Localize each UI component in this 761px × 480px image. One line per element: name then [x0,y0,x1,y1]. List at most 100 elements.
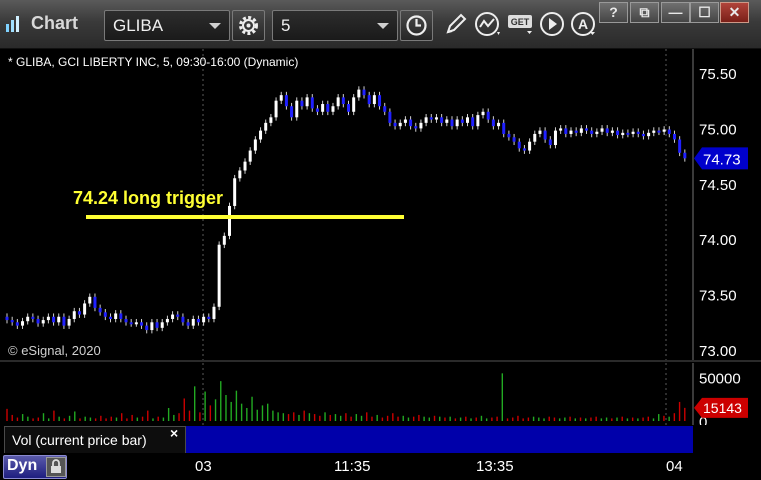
candle-body [114,313,118,319]
close-button[interactable]: ✕ [720,2,749,23]
trigger-annotation[interactable]: 74.24 long trigger [73,188,223,209]
dynamic-button[interactable]: Dyn [3,455,67,479]
candle-body [641,133,645,137]
lock-icon[interactable] [46,457,66,477]
candle-body [626,132,630,135]
candle-body [202,316,206,323]
candle-body [321,104,325,112]
candle-body [310,97,314,109]
draw-tool-button[interactable] [442,10,472,40]
candle-body [388,111,392,123]
candle-body [124,318,128,323]
chart-header: * GLIBA, GCI LIBERTY INC, 5, 09:30-16:00… [8,55,299,69]
alert-icon: A [571,12,595,36]
candle-body [326,104,330,112]
candle-body [93,296,97,308]
studies-button[interactable] [473,10,503,40]
help-button[interactable]: ? [599,2,628,23]
candle-body [538,130,542,134]
candle-body [72,311,76,319]
minimize-button[interactable]: — [661,2,690,23]
candle-body [98,307,102,313]
candle-body [486,111,490,120]
volume-panel[interactable]: 0 50000 15143 [0,363,761,431]
svg-text:A: A [578,16,588,32]
candle-body [227,205,231,236]
candle-body [150,322,154,331]
candle-body [347,104,350,112]
volume-close-button[interactable]: × [170,425,178,441]
candle-body [543,130,547,140]
price-chart-panel[interactable]: 73.00 73.50 74.00 74.50 75.00 75.50 74.73 * GL… [0,49,761,360]
candle-body [290,106,294,118]
toolbar: Chart GLIBA 5 GET A ? ⧉ — ☐ ✕ [0,0,761,49]
candle-body [186,322,190,326]
candle-body [476,115,480,127]
candle-body [574,130,578,133]
candle-body [507,133,511,138]
candle-body [88,296,92,304]
price-tick-label: 74.50 [699,177,737,194]
candle-body [171,314,175,319]
candle-body [341,97,345,105]
candle-body [450,119,454,127]
esignal-watermark: © eSignal, 2020 [8,343,101,358]
candle-body [429,117,433,120]
symbol-select[interactable]: GLIBA [104,10,230,41]
volume-label: Vol (current price bar) [12,432,147,448]
time-label: 11:35 [334,458,371,475]
candle-body [67,318,71,326]
time-template-button[interactable] [400,10,433,41]
clock-icon [406,15,427,36]
play-icon [540,12,564,36]
time-label: 03 [195,458,212,475]
candle-body [315,108,319,112]
volume-study-label[interactable]: Vol (current price bar) [4,426,186,454]
candle-body [83,303,87,315]
candle-body [621,132,625,136]
candle-body [564,128,568,134]
candle-body [160,322,164,328]
time-axis[interactable] [0,453,761,480]
candle-body [362,89,366,96]
candle-body [243,161,247,171]
candle-body [652,130,656,133]
volume-chart-svg[interactable]: 05000015143 [0,363,761,431]
candle-body [460,119,464,123]
interval-select[interactable]: 5 [272,10,398,41]
candle-body [253,139,257,151]
candle-body [672,133,676,140]
candle-body [569,130,573,134]
chart-window: Chart GLIBA 5 GET A ? ⧉ — ☐ ✕ 73.00 73.5… [0,0,761,480]
chevron-down-icon [209,23,221,29]
candle-body [517,141,521,149]
candle-body [636,131,640,134]
candle-body [300,100,304,107]
alert-button[interactable]: A [569,10,599,40]
interval-value: 5 [281,16,291,35]
properties-button[interactable] [232,10,265,41]
candle-body [26,316,30,322]
candle-body [165,318,169,323]
candle-body [497,122,501,127]
candle-body [548,139,552,146]
candle-body [155,322,159,328]
playback-button[interactable] [538,10,568,40]
panel-divider[interactable] [0,360,761,362]
chevron-down-icon [377,23,389,29]
candle-body [471,117,475,127]
candle-body [440,117,444,123]
restore-button[interactable]: ⧉ [630,2,659,23]
candle-body [352,97,356,112]
candle-body [259,130,263,140]
candle-body [559,128,563,131]
volume-study-bar [186,426,693,453]
candle-body [233,178,237,206]
get-button[interactable]: GET [506,10,536,40]
candle-body [284,95,288,107]
current-volume-label: 15143 [703,400,742,416]
price-tick-label: 75.50 [699,66,737,83]
app-title: Chart [31,13,79,33]
maximize-button[interactable]: ☐ [690,2,719,23]
candle-body [46,316,50,321]
